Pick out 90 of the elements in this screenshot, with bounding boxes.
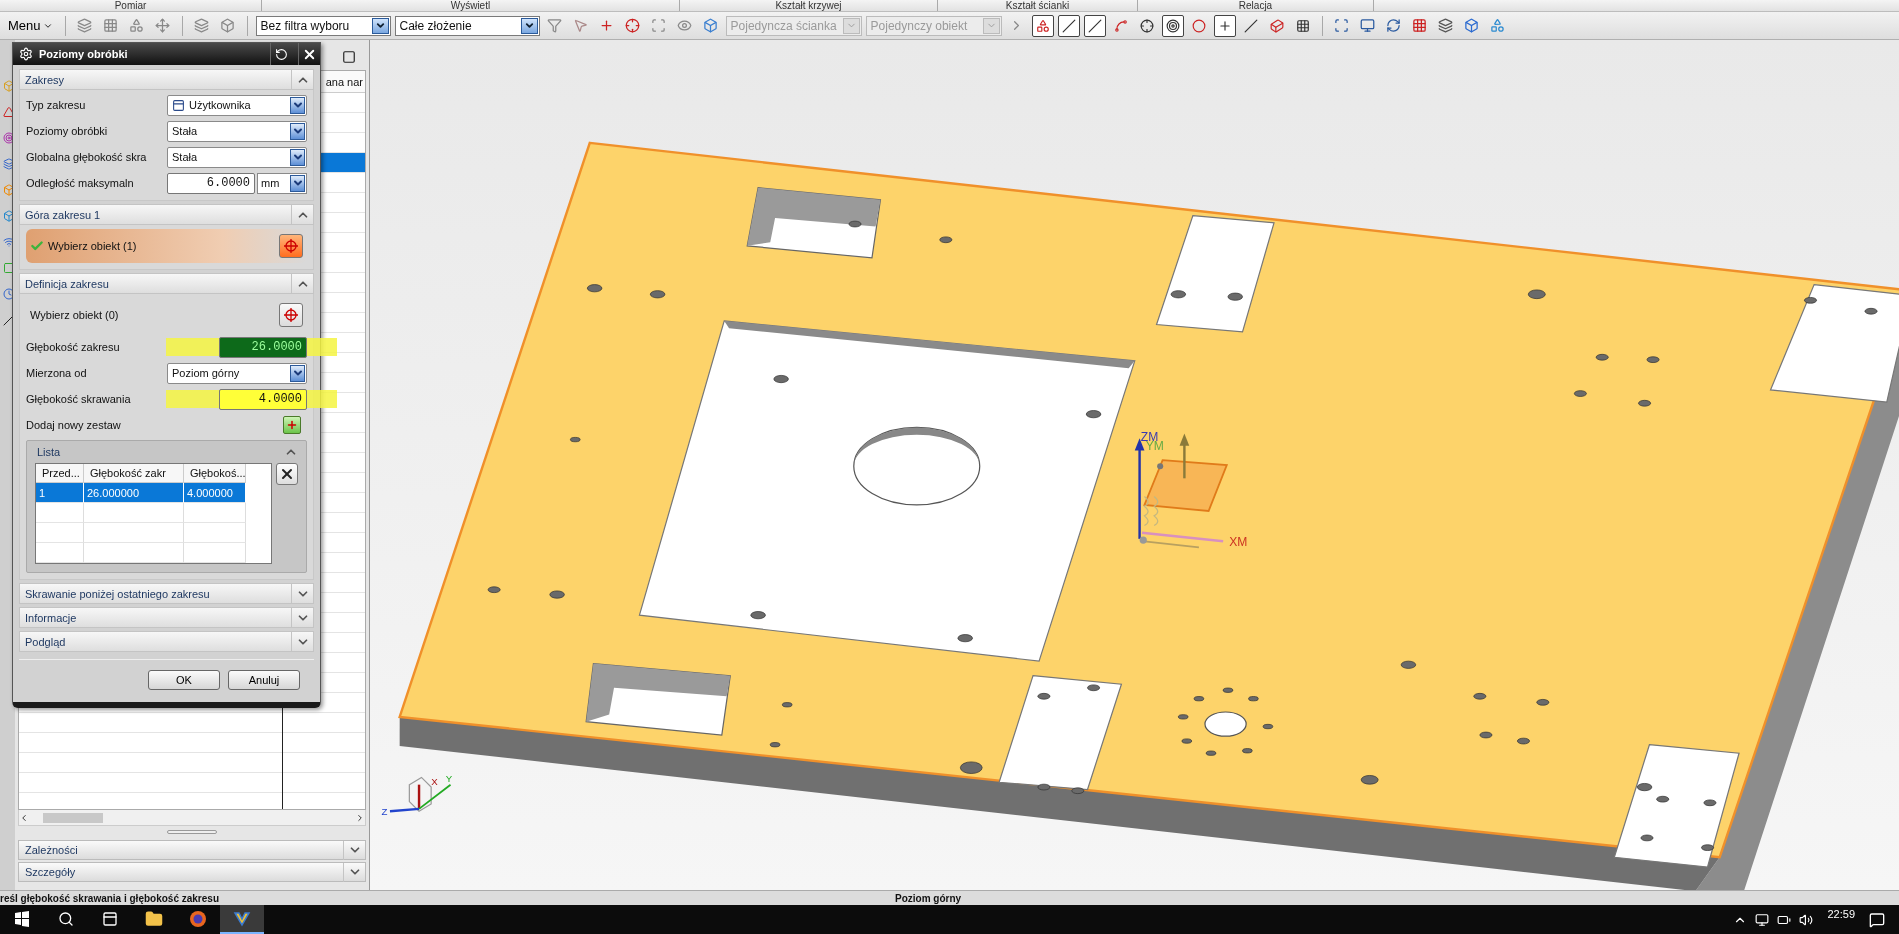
field-label: Głębokość skrawania <box>26 393 132 405</box>
layers-icon[interactable] <box>3 158 15 170</box>
section-header[interactable]: Skrawanie poniżej ostatniego zakresu <box>19 583 314 604</box>
scrollbar-thumb[interactable] <box>43 812 103 823</box>
axis-label: Z <box>381 805 388 817</box>
view-orientation-triad-icon <box>389 776 452 813</box>
search-icon <box>58 910 74 927</box>
delete-button[interactable] <box>276 463 298 485</box>
dropdown[interactable]: Poziom górny <box>167 362 307 384</box>
field-label: Głębokość zakresu <box>26 341 121 353</box>
section-header[interactable]: Informacje <box>19 607 314 628</box>
cad-app-taskbar-button[interactable] <box>220 905 264 934</box>
field-label: Dodaj nowy zestaw <box>26 419 122 431</box>
windows-logo-icon <box>14 910 30 927</box>
section-header[interactable]: Definicja zakresu <box>19 273 314 294</box>
cube-icon[interactable] <box>3 184 15 196</box>
section-header[interactable]: Zakresy <box>19 69 314 90</box>
dialog-title: Poziomy obróbki <box>39 48 129 60</box>
line-mid-icon[interactable] <box>1083 14 1106 37</box>
ribbon-group-label[interactable]: Relacja <box>1238 0 1273 11</box>
selection-scope-dropdown[interactable]: Całe złożenie <box>394 15 540 36</box>
scroll-left-icon <box>19 812 29 823</box>
volume-icon[interactable] <box>1799 912 1814 927</box>
graphics-viewport[interactable]: ZM YM XM X Y Z <box>370 40 1899 890</box>
axis-label: X <box>431 775 438 787</box>
field-label: Odległość maksymaln <box>26 177 135 189</box>
menu-button[interactable]: Menu <box>4 14 57 37</box>
section-header[interactable]: Szczegóły <box>18 862 366 882</box>
field-label: Mierzona od <box>26 367 88 379</box>
settings-icon[interactable] <box>19 47 33 61</box>
ribbon-group-label[interactable]: Kształt ścianki <box>1005 0 1070 11</box>
cube-icon[interactable] <box>3 80 15 92</box>
selection-row[interactable]: Wybierz obiekt (0) <box>26 298 307 332</box>
section-header[interactable]: Góra zakresu 1 <box>19 204 314 225</box>
status-selection: Poziom górny <box>895 892 962 904</box>
axis-label: Y <box>445 773 453 785</box>
list-header[interactable]: Lista <box>35 441 298 463</box>
number-field[interactable]: 6.0000 <box>167 172 255 194</box>
wifi-icon[interactable] <box>3 236 15 248</box>
column-header[interactable]: Przed... <box>36 464 84 483</box>
line-end-icon[interactable] <box>1057 14 1080 37</box>
section-header[interactable]: Zależności <box>18 840 366 860</box>
task-view-icon <box>102 910 118 927</box>
ribbon-group-label[interactable]: Wyświetl <box>450 0 491 11</box>
dropdown[interactable]: Stała <box>167 120 307 142</box>
plus-icon[interactable] <box>1213 14 1236 37</box>
column-header[interactable]: Głębokoś... <box>184 464 246 483</box>
taskbar-clock[interactable]: 22:59 <box>1813 905 1869 920</box>
splitter-grip[interactable] <box>167 830 217 834</box>
folder-icon <box>145 909 163 928</box>
horizontal-scrollbar[interactable] <box>18 810 366 826</box>
table-cell[interactable]: 26.000000 <box>84 483 184 503</box>
dialog-button[interactable]: OK <box>148 670 220 690</box>
field-label: Globalna głębokość skra <box>26 151 148 163</box>
maximize-icon[interactable] <box>342 50 356 64</box>
clock-icon[interactable] <box>3 288 15 300</box>
dropdown[interactable]: Stała <box>167 146 307 168</box>
browser-logo-icon <box>189 909 207 928</box>
cube-icon[interactable] <box>3 210 15 222</box>
dropdown[interactable]: Użytkownika <box>167 94 307 116</box>
plus-icon <box>286 419 298 431</box>
table-cell[interactable]: 1 <box>36 483 84 503</box>
scroll-right-icon <box>355 812 365 823</box>
ribbon-group-label[interactable]: Kształt krzywej <box>775 0 842 11</box>
unit-dropdown[interactable]: mm <box>257 172 307 194</box>
triangle-icon[interactable] <box>3 106 15 118</box>
close-icon <box>279 466 295 482</box>
app-logo-icon <box>233 909 251 928</box>
section-header[interactable]: Podgląd <box>19 631 314 652</box>
select-object-button[interactable] <box>279 234 303 258</box>
table-cell[interactable]: 4.000000 <box>184 483 246 503</box>
column-header[interactable]: Głębokość zakr <box>84 464 184 483</box>
field-label: Typ zakresu <box>26 99 87 111</box>
axis-label: XM <box>1229 535 1248 550</box>
number-field[interactable]: 26.0000 <box>219 336 307 358</box>
ribbon-group-label[interactable]: Pomiar <box>114 0 147 11</box>
dialog-button[interactable]: Anuluj <box>228 670 300 690</box>
select-object-button[interactable] <box>279 303 303 327</box>
reset-icon <box>275 47 288 61</box>
selection-filter-dropdown[interactable]: Bez filtra wyboru <box>255 15 391 36</box>
notification-icon[interactable] <box>1869 911 1885 928</box>
crosshair-icon <box>283 307 299 323</box>
field-label: Poziomy obróbki <box>26 125 109 137</box>
number-field[interactable]: 4.0000 <box>219 388 307 410</box>
axis-label: ZM <box>1140 429 1159 444</box>
add-set-button[interactable] <box>283 416 301 434</box>
network-icon[interactable] <box>1755 912 1770 927</box>
status-prompt: reśl głębokość skrawania i głębokość zakresu <box>0 892 220 904</box>
crosshair-icon <box>283 238 299 254</box>
circle-center-icon[interactable] <box>1161 14 1184 37</box>
